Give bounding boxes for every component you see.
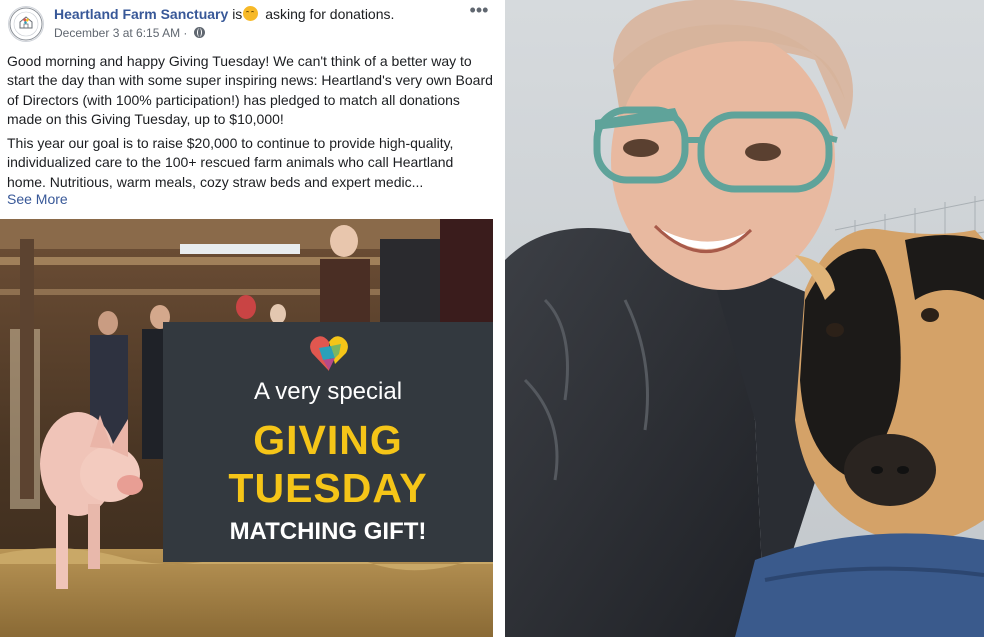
promo-heading-giving: GIVING bbox=[253, 417, 403, 463]
facebook-post: Heartland Farm Sanctuary is asking for d… bbox=[0, 0, 505, 637]
page-avatar[interactable] bbox=[8, 6, 44, 42]
post-timestamp[interactable]: December 3 at 6:15 AM bbox=[54, 26, 180, 40]
more-options-button[interactable]: ••• bbox=[467, 1, 491, 22]
heart-logo-icon bbox=[310, 336, 348, 371]
post-paragraph-2: This year our goal is to raise $20,000 t… bbox=[7, 135, 454, 190]
sanctuary-logo-icon bbox=[9, 7, 43, 41]
status-activity-text: asking for donations. bbox=[265, 6, 395, 22]
meta-separator: · bbox=[183, 26, 188, 40]
post-header: Heartland Farm Sanctuary is asking for d… bbox=[54, 6, 394, 22]
promo-matching-gift: MATCHING GIFT! bbox=[229, 518, 427, 545]
promo-heading-tuesday: TUESDAY bbox=[228, 465, 428, 511]
giving-tuesday-card: A very special GIVING TUESDAY MATCHING G… bbox=[163, 322, 493, 562]
woman-goat-image bbox=[505, 0, 984, 637]
post-paragraph-1: Good morning and happy Giving Tuesday! W… bbox=[7, 53, 493, 127]
smiling-face-icon bbox=[243, 6, 259, 21]
see-more-link[interactable]: See More bbox=[7, 191, 68, 207]
globe-icon[interactable] bbox=[193, 27, 205, 38]
selfie-with-goat-photo[interactable] bbox=[505, 0, 984, 637]
post-meta: December 3 at 6:15 AM · bbox=[54, 26, 205, 40]
promo-tagline: A very special bbox=[253, 378, 403, 405]
status-is-text: is bbox=[232, 6, 243, 22]
post-promo-image[interactable]: A very special GIVING TUESDAY MATCHING G… bbox=[0, 219, 493, 637]
page-name-link[interactable]: Heartland Farm Sanctuary bbox=[54, 6, 228, 22]
